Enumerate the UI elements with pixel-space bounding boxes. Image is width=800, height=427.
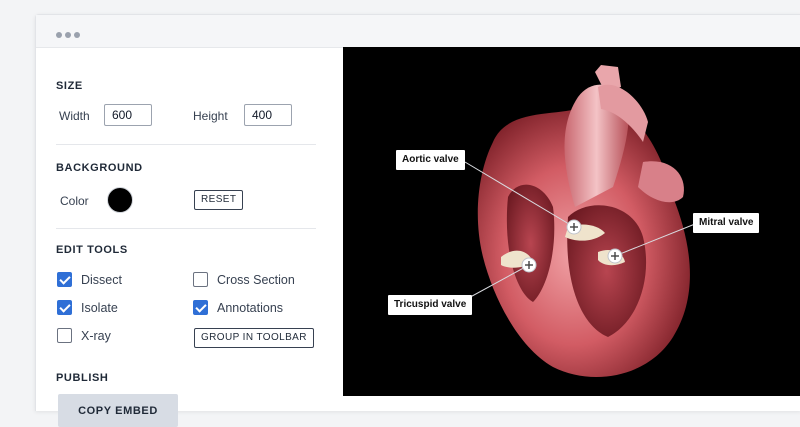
model-viewer[interactable]: Aortic valve Mitral valve Tricuspid valv… <box>343 47 800 396</box>
color-label: Color <box>60 194 89 208</box>
tricuspid-valve-annotation[interactable]: Tricuspid valve <box>388 295 473 315</box>
height-input[interactable] <box>244 104 292 126</box>
annotations-option[interactable]: Annotations <box>193 300 283 315</box>
x-ray-label: X-ray <box>81 328 111 343</box>
tricuspid-valve-plus-icon[interactable] <box>521 257 537 273</box>
isolate-label: Isolate <box>81 300 118 315</box>
isolate-option[interactable]: Isolate <box>57 300 118 315</box>
cross-section-checkbox[interactable] <box>193 272 208 287</box>
aortic-valve-plus-icon[interactable] <box>566 219 582 235</box>
width-input[interactable] <box>104 104 152 126</box>
annotations-checkbox[interactable] <box>193 300 208 315</box>
height-label: Height <box>193 109 228 123</box>
mitral-valve-plus-icon[interactable] <box>607 248 623 264</box>
width-label: Width <box>59 109 90 123</box>
dissect-option[interactable]: Dissect <box>57 272 122 287</box>
reset-button[interactable]: RESET <box>194 190 244 210</box>
section-divider <box>56 228 316 229</box>
mitral-valve-annotation[interactable]: Mitral valve <box>693 213 760 233</box>
group-in-toolbar-button[interactable]: GROUP IN TOOLBAR <box>194 328 314 348</box>
cross-section-option[interactable]: Cross Section <box>193 272 295 287</box>
dissect-checkbox[interactable] <box>57 272 72 287</box>
dissect-label: Dissect <box>81 272 122 287</box>
publish-section-title: PUBLISH <box>56 372 109 384</box>
window-menu-dots-icon[interactable] <box>56 32 80 38</box>
copy-embed-button[interactable]: COPY EMBED <box>58 394 178 427</box>
isolate-checkbox[interactable] <box>57 300 72 315</box>
x-ray-option[interactable]: X-ray <box>57 328 111 343</box>
x-ray-checkbox[interactable] <box>57 328 72 343</box>
color-swatch[interactable] <box>107 187 133 213</box>
size-section-title: SIZE <box>56 80 83 92</box>
cross-section-label: Cross Section <box>217 272 295 287</box>
edit-tools-section-title: EDIT TOOLS <box>56 244 128 256</box>
settings-panel: SIZE Width Height BACKGROUND Color RESET… <box>36 48 344 427</box>
aortic-valve-annotation[interactable]: Aortic valve <box>396 150 465 170</box>
window-titlebar <box>36 15 800 48</box>
background-section-title: BACKGROUND <box>56 162 143 174</box>
section-divider <box>56 144 316 145</box>
annotations-label: Annotations <box>217 300 284 315</box>
